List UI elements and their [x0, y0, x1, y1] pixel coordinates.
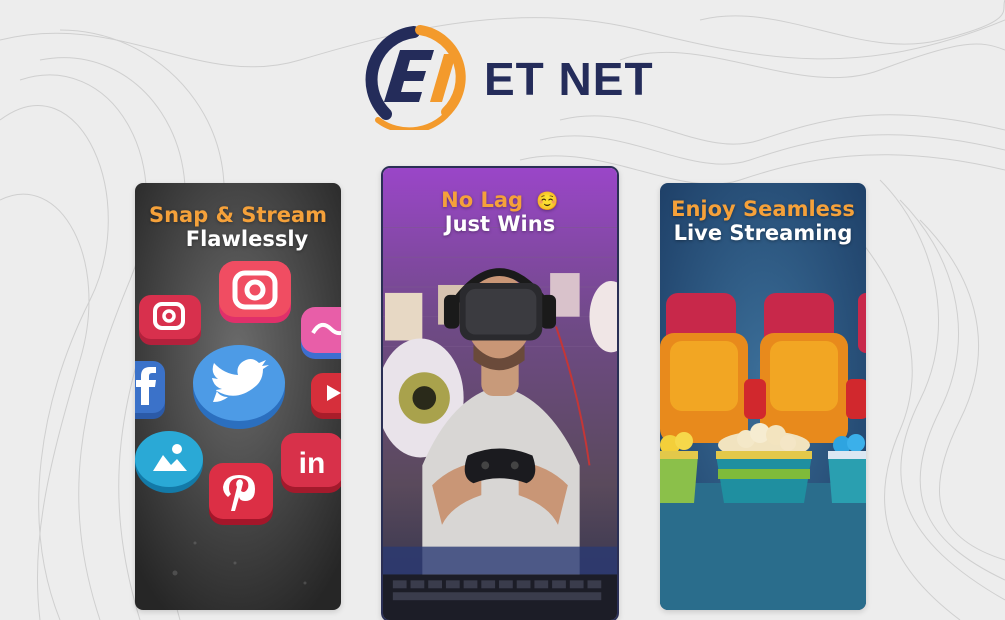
maps-icon: [135, 431, 203, 493]
instagram-small-icon: [139, 295, 201, 345]
card-gaming-headline-row: No Lag ☺️: [383, 188, 617, 212]
facebook-icon: [135, 361, 165, 419]
card-stream-subline: Live Streaming: [673, 221, 853, 245]
card-gaming-headline: No Lag: [441, 188, 524, 212]
card-live-streaming[interactable]: Enjoy Seamless Live Streaming: [660, 183, 866, 610]
brand-logo[interactable]: ET NET: [356, 24, 654, 130]
cinema-seats-popcorn-image: [660, 183, 866, 610]
linkedin-icon: in: [281, 433, 341, 493]
card-stream-headline: Enjoy Seamless: [671, 197, 855, 221]
card-social-subline: Flawlessly: [185, 227, 309, 251]
card-gaming-title: No Lag ☺️ Just Wins: [383, 188, 617, 236]
brand-name: ET NET: [484, 53, 654, 105]
et-net-logo-icon: [365, 25, 466, 130]
card-social-title: Snap & Stream Flawlessly: [135, 203, 341, 251]
twitter-icon: [193, 345, 285, 429]
messenger-icon: [301, 307, 341, 359]
card-stream-title: Enjoy Seamless Live Streaming: [660, 197, 866, 245]
card-social-headline: Snap & Stream: [148, 203, 328, 227]
smiling-face-emoji-icon: ☺️: [536, 191, 559, 212]
card-gaming-subline: Just Wins: [444, 212, 556, 236]
card-no-lag[interactable]: No Lag ☺️ Just Wins: [381, 166, 619, 620]
card-snap-and-stream[interactable]: in Snap & Stream Flawlessly: [135, 183, 341, 610]
pinterest-icon: [209, 463, 273, 525]
instagram-icon: [219, 261, 291, 323]
youtube-icon: [311, 373, 341, 419]
svg-text:in: in: [299, 447, 326, 480]
